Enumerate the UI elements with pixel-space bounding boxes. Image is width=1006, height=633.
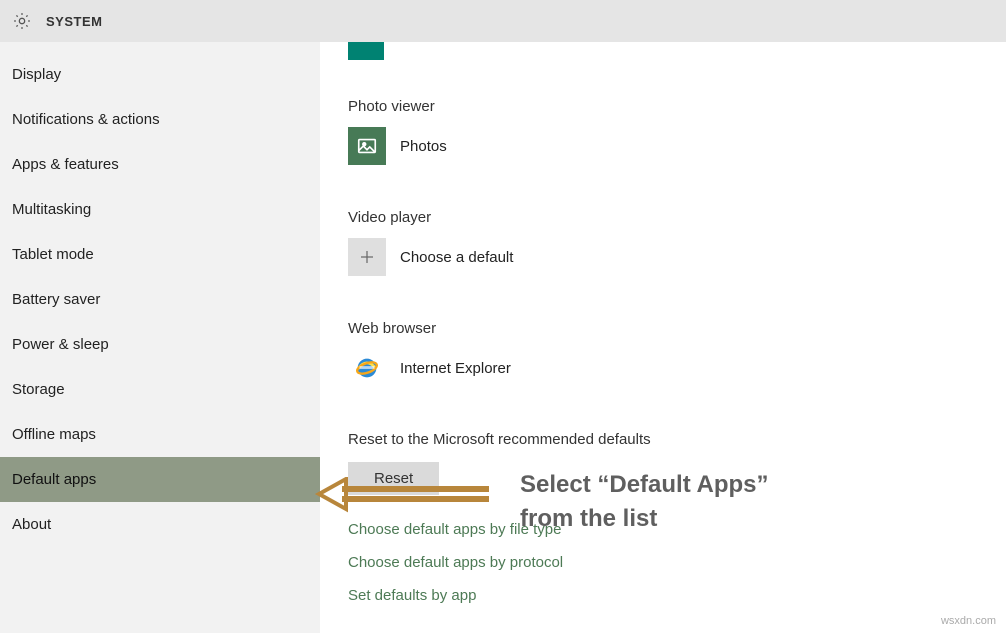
photo-viewer-app-row[interactable]: Photos: [348, 127, 978, 165]
sidebar-item-offline-maps[interactable]: Offline maps: [0, 412, 320, 457]
watermark: wsxdn.com: [941, 615, 996, 627]
sidebar-item-display[interactable]: Display: [0, 52, 320, 97]
links-group: Choose default apps by file type Choose …: [348, 521, 978, 604]
section-video-player-label: Video player: [348, 209, 978, 226]
content-pane: Photo viewer Photos Video player Choose …: [320, 42, 1006, 633]
web-browser-app-row[interactable]: Internet Explorer: [348, 349, 978, 387]
sidebar-item-multitasking[interactable]: Multitasking: [0, 187, 320, 232]
sidebar-item-tablet-mode[interactable]: Tablet mode: [0, 232, 320, 277]
reset-button[interactable]: Reset: [348, 462, 439, 495]
sidebar-item-power-sleep[interactable]: Power & sleep: [0, 322, 320, 367]
sidebar-item-notifications[interactable]: Notifications & actions: [0, 97, 320, 142]
video-player-app-name: Choose a default: [400, 249, 513, 266]
reset-label: Reset to the Microsoft recommended defau…: [348, 431, 978, 448]
photo-viewer-app-name: Photos: [400, 138, 447, 155]
header-bar: SYSTEM: [0, 0, 1006, 42]
link-by-file-type[interactable]: Choose default apps by file type: [348, 521, 978, 538]
photos-app-icon: [348, 127, 386, 165]
sidebar-item-apps-features[interactable]: Apps & features: [0, 142, 320, 187]
page-title: SYSTEM: [46, 14, 102, 29]
section-web-browser-label: Web browser: [348, 320, 978, 337]
section-photo-viewer-label: Photo viewer: [348, 98, 978, 115]
sidebar-item-battery-saver[interactable]: Battery saver: [0, 277, 320, 322]
sidebar-item-storage[interactable]: Storage: [0, 367, 320, 412]
gear-icon[interactable]: [12, 11, 32, 31]
main-area: Display Notifications & actions Apps & f…: [0, 42, 1006, 633]
sidebar-item-default-apps[interactable]: Default apps: [0, 457, 320, 502]
partial-app-tile[interactable]: [348, 42, 384, 60]
plus-icon: [348, 238, 386, 276]
link-by-protocol[interactable]: Choose default apps by protocol: [348, 554, 978, 571]
sidebar-item-about[interactable]: About: [0, 502, 320, 547]
sidebar: Display Notifications & actions Apps & f…: [0, 42, 320, 633]
web-browser-app-name: Internet Explorer: [400, 360, 511, 377]
video-player-app-row[interactable]: Choose a default: [348, 238, 978, 276]
internet-explorer-icon: [348, 349, 386, 387]
link-by-app[interactable]: Set defaults by app: [348, 587, 978, 604]
